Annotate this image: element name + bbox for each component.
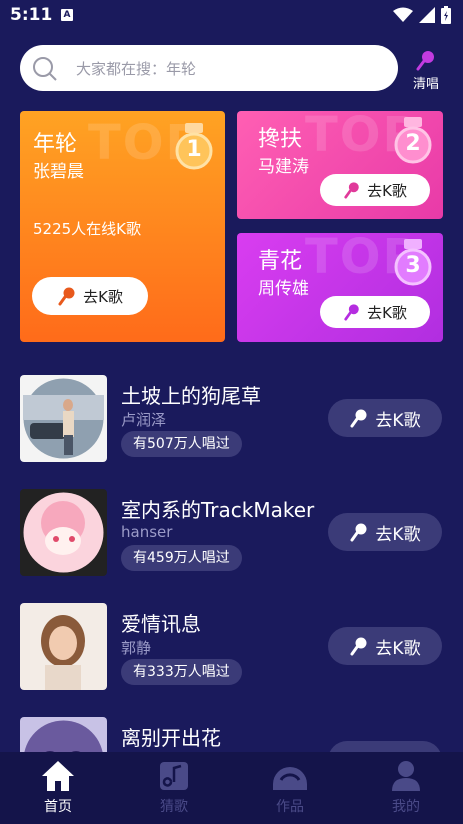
microphone-icon [350,523,367,542]
wifi-icon [393,7,413,22]
song-artist: hanser [121,523,173,541]
sing-button-label: 去K歌 [83,287,123,306]
song-cover [20,603,107,690]
clear-sing-button[interactable]: 清唱 [406,49,446,93]
sing-button[interactable]: 去K歌 [328,513,442,551]
microphone-icon [58,287,75,306]
song-artist: 郭静 [121,639,152,657]
song-cover [20,489,107,576]
song-list: 土坡上的狗尾草 卢润泽 有507万人唱过 去K歌 室内系的TrackMaker … [0,370,463,752]
song-cover [20,375,107,462]
signal-icon [419,7,435,23]
song-artist: 卢润泽 [121,411,167,429]
sing-button[interactable] [328,741,442,752]
nav-label: 我的 [392,799,420,815]
card-song-title: 搀扶 [258,127,303,152]
card-song-title: 年轮 [33,132,78,157]
microphone-icon [416,51,434,71]
search-input[interactable]: 大家都在搜：年轮 [20,45,398,91]
song-item[interactable]: 室内系的TrackMaker hanser 有459万人唱过 去K歌 [0,484,463,584]
search-placeholder: 大家都在搜：年轮 [76,60,197,78]
nav-label: 猜歌 [160,799,188,815]
song-cover [20,717,107,752]
sing-button-label: 去K歌 [367,303,407,322]
sing-button[interactable]: 去K歌 [328,399,442,437]
sang-count-badge: 有459万人唱过 [121,545,242,571]
song-title: 室内系的TrackMaker [121,498,315,522]
sang-count-badge: 有507万人唱过 [121,431,242,457]
rank-number: 1 [186,137,202,162]
card-song-title: 青花 [258,249,303,274]
home-icon [42,761,74,791]
battery-icon [441,6,451,24]
card-singer: 张碧晨 [33,162,84,182]
music-note-icon [160,762,188,790]
sing-button-label: 去K歌 [367,181,407,200]
rank-number: 2 [405,131,421,156]
sing-button[interactable]: 去K歌 [320,296,430,328]
top-card-2[interactable]: TOP 2 搀扶 马建涛 去K歌 [237,111,443,219]
song-item[interactable]: 爱情讯息 郭静 有333万人唱过 去K歌 [0,598,463,698]
sing-button[interactable]: 去K歌 [320,174,430,206]
song-item[interactable]: 离别开出花 [0,712,463,752]
microphone-icon [350,409,367,428]
microphone-icon [344,182,359,199]
profile-icon [392,761,420,791]
card-singer: 马建涛 [258,157,309,177]
bottom-nav: 首页 猜歌 作品 我的 [0,752,463,824]
song-item[interactable]: 土坡上的狗尾草 卢润泽 有507万人唱过 去K歌 [0,370,463,470]
nav-home[interactable]: 首页 [0,760,116,820]
top-card-1[interactable]: TOP 1 年轮 张碧晨 5225人在线K歌 去K歌 [20,111,225,342]
search-row: 大家都在搜：年轮 清唱 [20,45,446,93]
sing-button[interactable]: 去K歌 [328,627,442,665]
sing-button-label: 去K歌 [375,638,421,659]
song-title: 爱情讯息 [121,612,201,636]
search-icon [33,57,57,81]
works-icon [273,767,307,790]
online-count: 5225人在线K歌 [33,220,142,238]
microphone-icon [344,304,359,321]
status-icons [393,6,451,24]
nav-label: 首页 [44,799,72,815]
top-card-3[interactable]: TOP 3 青花 周传雄 去K歌 [237,233,443,342]
clear-sing-label: 清唱 [412,77,439,92]
song-title: 离别开出花 [121,726,221,750]
card-singer: 周传雄 [258,279,309,299]
nav-guess[interactable]: 猜歌 [116,760,232,820]
nav-works[interactable]: 作品 [232,760,348,820]
sing-button-label: 去K歌 [375,524,421,545]
sing-button-label: 去K歌 [375,410,421,431]
nav-profile[interactable]: 我的 [348,760,463,820]
nav-label: 作品 [276,799,304,815]
sang-count-badge: 有333万人唱过 [121,659,242,685]
rank-number: 3 [405,253,421,278]
microphone-icon [350,637,367,656]
status-bar: 5:11 A [0,0,463,30]
song-title: 土坡上的狗尾草 [121,384,261,408]
notification-icon: A [61,9,73,21]
status-time: 5:11 [10,5,53,25]
sing-button[interactable]: 去K歌 [32,277,148,315]
